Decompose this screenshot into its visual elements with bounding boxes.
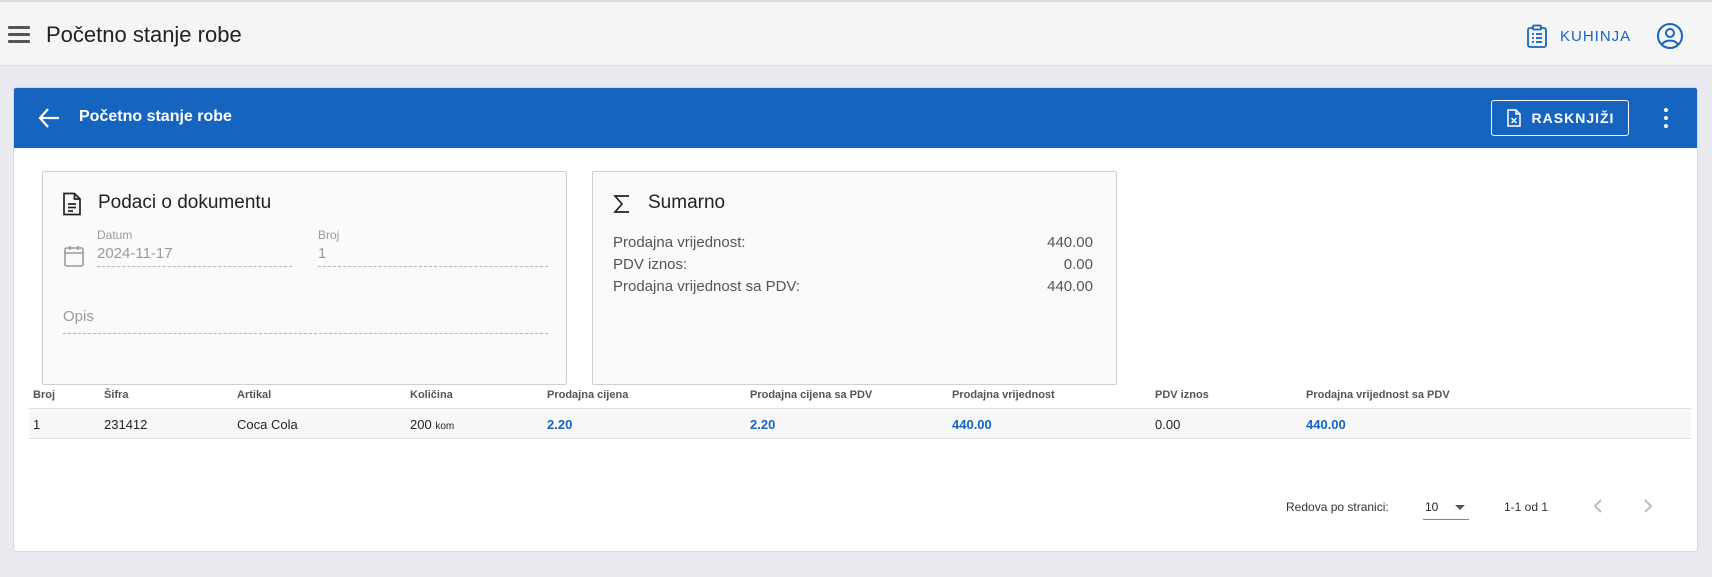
column-header[interactable]: Količina (410, 389, 453, 401)
kitchen-label: KUHINJA (1560, 27, 1632, 45)
summary-label: Prodajna vrijednost sa PDV: (613, 278, 801, 295)
column-header[interactable]: Prodajna vrijednost (952, 389, 1055, 401)
broj-field[interactable]: 1 (318, 245, 548, 267)
pagination-range: 1-1 od 1 (1504, 500, 1549, 514)
cell-pdv-iznos: 0.00 (1155, 417, 1181, 432)
column-header[interactable]: PDV iznos (1155, 389, 1209, 401)
table-header: Broj Šifra Artikal Količina Prodajna cij… (29, 385, 1691, 409)
kitchen-button[interactable]: KUHINJA (1526, 22, 1631, 50)
broj-label: Broj (318, 228, 340, 242)
column-header[interactable]: Prodajna vrijednost sa PDV (1306, 389, 1450, 401)
page-title: Početno stanje robe (46, 22, 242, 47)
column-header[interactable]: Šifra (104, 389, 128, 401)
summary-value: 440.00 (1047, 278, 1093, 295)
document-icon (63, 192, 81, 216)
cell-prodajna-vrijednost[interactable]: 440.00 (952, 417, 992, 432)
opis-field[interactable]: Opis (63, 308, 548, 334)
caret-down-icon (1455, 505, 1465, 510)
rows-per-page-value: 10 (1425, 500, 1439, 514)
summary-value: 0.00 (1063, 256, 1093, 273)
calendar-icon (64, 246, 84, 267)
clipboard-list-icon (1527, 24, 1547, 48)
card-title: Početno stanje robe (79, 108, 232, 125)
kolicina-unit: kom (435, 421, 455, 432)
summary-row: PDV iznos: 0.00 (613, 256, 1093, 273)
table-row[interactable]: 1 231412 Coca Cola 200 kom 2.20 2.20 440… (29, 409, 1691, 439)
column-header[interactable]: Broj (33, 389, 55, 401)
summary-value: 440.00 (1047, 234, 1093, 251)
rows-per-page-label: Redova po stranici: (1286, 500, 1389, 514)
cell-sifra: 231412 (104, 417, 148, 432)
rasknjizi-label: RASKNJIŽI (1531, 110, 1615, 126)
kolicina-value: 200 (410, 417, 432, 432)
more-vert-icon[interactable] (1654, 105, 1678, 131)
file-cancel-icon (1506, 109, 1521, 127)
document-panel: Podaci o dokumentu Datum 2024-11-17 Broj… (42, 171, 567, 385)
column-header[interactable]: Artikal (237, 389, 271, 401)
datum-label: Datum (97, 228, 133, 242)
cell-prodajna-cijena-pdv[interactable]: 2.20 (750, 417, 775, 432)
app-bar: Početno stanje robe KUHINJA (0, 0, 1712, 66)
document-card: Početno stanje robe RASKNJIŽI Podaci o d… (13, 87, 1698, 552)
cell-artikal: Coca Cola (237, 417, 298, 432)
column-header[interactable]: Prodajna cijena (547, 389, 628, 401)
rows-per-page-select[interactable]: 10 (1423, 492, 1469, 520)
chevron-left-icon[interactable] (1586, 492, 1610, 520)
cell-kolicina: 200 kom (410, 417, 454, 432)
summary-panel-title: Sumarno (648, 192, 726, 213)
summary-row: Prodajna vrijednost: 440.00 (613, 234, 1093, 251)
cell-prodajna-vrijednost-pdv[interactable]: 440.00 (1306, 417, 1346, 432)
sigma-icon (613, 195, 629, 213)
document-panel-title: Podaci o dokumentu (98, 192, 272, 213)
account-icon[interactable] (1656, 22, 1684, 50)
summary-panel: Sumarno Prodajna vrijednost: 440.00 PDV … (592, 171, 1117, 385)
datum-field[interactable]: 2024-11-17 (97, 245, 292, 267)
summary-label: Prodajna vrijednost: (613, 234, 746, 251)
rasknjizi-button[interactable]: RASKNJIŽI (1491, 100, 1629, 136)
summary-row: Prodajna vrijednost sa PDV: 440.00 (613, 278, 1093, 295)
cell-broj: 1 (33, 417, 41, 432)
menu-icon[interactable] (8, 24, 32, 44)
chevron-right-icon[interactable] (1636, 492, 1660, 520)
cell-prodajna-cijena[interactable]: 2.20 (547, 417, 572, 432)
column-header[interactable]: Prodajna cijena sa PDV (750, 389, 872, 401)
summary-label: PDV iznos: (613, 256, 688, 273)
arrow-left-icon[interactable] (36, 105, 62, 131)
card-header: Početno stanje robe RASKNJIŽI (14, 88, 1697, 148)
